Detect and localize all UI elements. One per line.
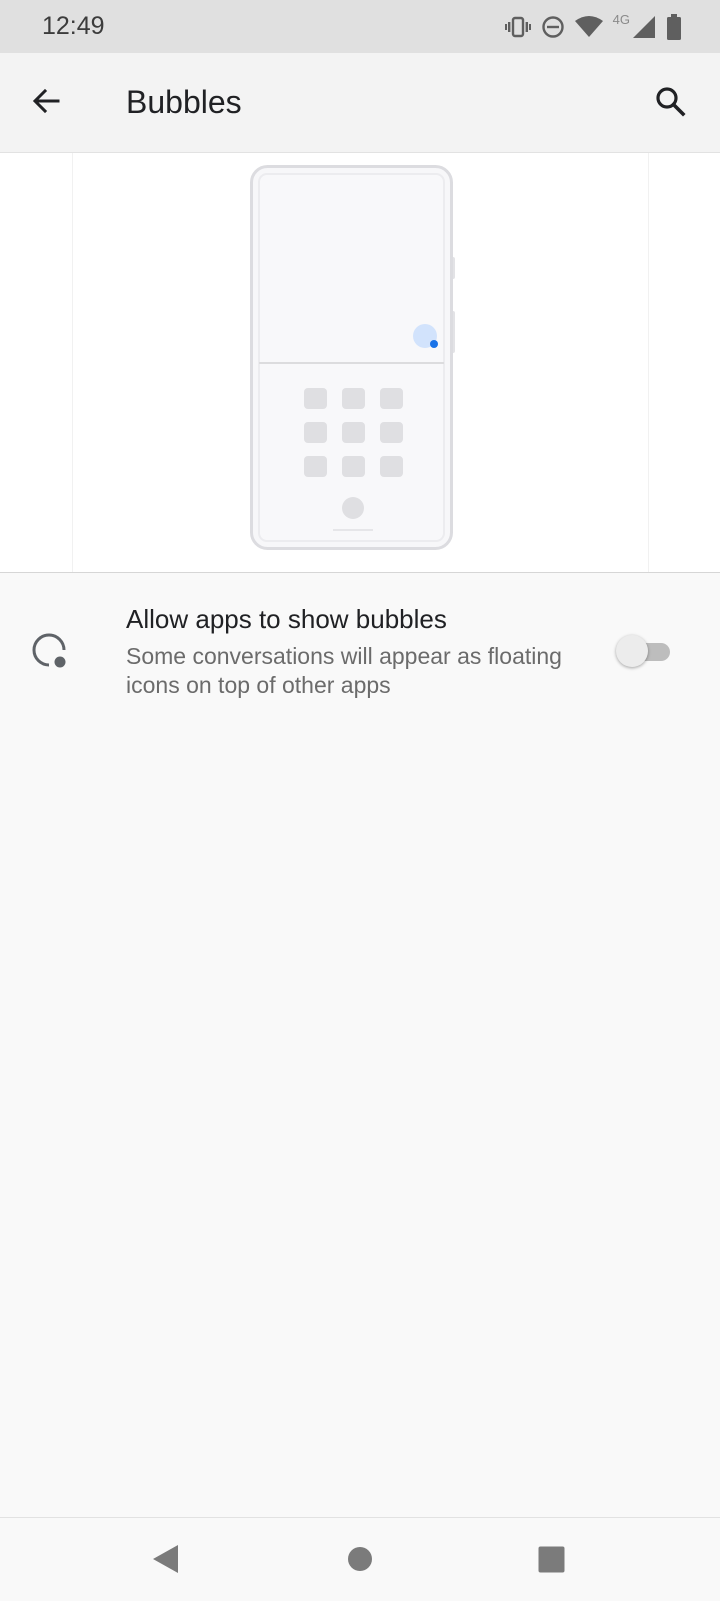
cell-signal-icon [632, 15, 656, 39]
status-icons: 4G [504, 11, 682, 42]
vibrate-icon [504, 16, 531, 38]
allow-bubbles-setting-row[interactable]: Allow apps to show bubbles Some conversa… [0, 590, 720, 710]
setting-title: Allow apps to show bubbles [126, 604, 447, 634]
status-time: 12:49 [42, 12, 105, 40]
navigation-bar [0, 1517, 720, 1601]
bubble-icon [30, 632, 70, 677]
bubble-dot [430, 340, 438, 348]
wifi-icon [574, 16, 603, 38]
nav-recents-icon[interactable] [538, 1546, 565, 1578]
phone-bubble-illustration [250, 165, 460, 558]
back-button[interactable] [24, 81, 68, 125]
search-button[interactable] [648, 81, 692, 125]
nav-home-icon[interactable] [347, 1546, 373, 1577]
illustration-area [0, 153, 720, 573]
network-type-label: 4G [612, 11, 630, 27]
nav-back-icon[interactable] [152, 1544, 180, 1579]
toggle-thumb [616, 635, 648, 667]
page-title: Bubbles [126, 84, 242, 120]
arrow-back-icon [30, 85, 62, 122]
do-not-disturb-icon [541, 15, 565, 39]
battery-icon [666, 14, 682, 40]
search-icon [654, 85, 686, 122]
setting-description: Some conversations will appear as floati… [126, 643, 562, 698]
status-bar: 12:49 4G [0, 0, 720, 53]
allow-bubbles-toggle[interactable] [616, 634, 674, 670]
app-bar: Bubbles [0, 53, 720, 153]
